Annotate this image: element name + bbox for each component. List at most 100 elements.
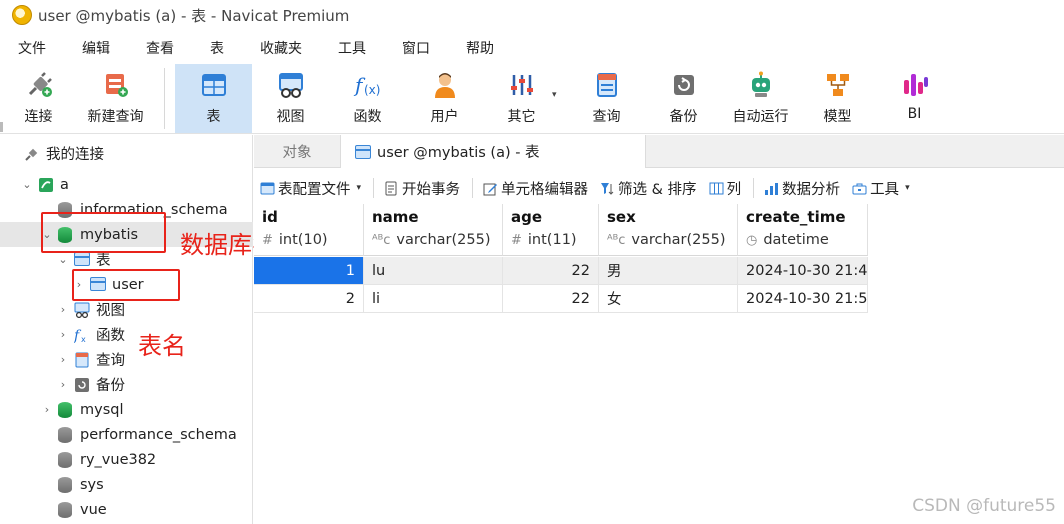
cell-sex[interactable]: 女 bbox=[599, 285, 738, 313]
menu-file[interactable]: 文件 bbox=[10, 38, 54, 58]
function-icon: f x bbox=[74, 328, 86, 343]
text-type-icon: ᴬᴮc bbox=[372, 232, 391, 248]
user-button[interactable]: 用户 bbox=[406, 64, 483, 133]
cell-age[interactable]: 22 bbox=[503, 257, 599, 285]
backup-icon bbox=[673, 75, 694, 95]
database-icon bbox=[58, 401, 72, 418]
cell-name[interactable]: li bbox=[364, 285, 503, 313]
menu-help[interactable]: 帮助 bbox=[458, 38, 502, 58]
filter-sort-button[interactable]: 筛选 & 排序 bbox=[600, 178, 697, 199]
function-icon: f (x) bbox=[353, 73, 380, 97]
annotation-label-table: 表名 bbox=[138, 332, 186, 360]
menu-bar: 文件 编辑 查看 表 收藏夹 工具 窗口 帮助 bbox=[0, 34, 1064, 62]
chevron-right-icon[interactable]: › bbox=[56, 303, 70, 316]
plug-icon bbox=[25, 148, 38, 161]
column-header-id[interactable]: id # int(10) bbox=[254, 204, 364, 256]
other-button[interactable]: 其它 bbox=[483, 64, 560, 133]
menu-favorites[interactable]: 收藏夹 bbox=[252, 38, 310, 58]
query-button[interactable]: 查询 bbox=[568, 64, 645, 133]
svg-text:x: x bbox=[81, 335, 86, 343]
bi-icon bbox=[903, 74, 928, 96]
title-bar: user @mybatis (a) - 表 - Navicat Premium bbox=[0, 0, 1064, 30]
tree-folder-queries[interactable]: › 查询 bbox=[0, 347, 253, 372]
cell-id[interactable]: 1 bbox=[254, 257, 364, 285]
tree-folder-backups[interactable]: › 备份 bbox=[0, 372, 253, 397]
tree-db-ry-vue382[interactable]: ry_vue382 bbox=[0, 447, 253, 472]
toolbar-separator bbox=[472, 178, 474, 198]
toolbar-separator bbox=[753, 178, 755, 198]
analysis-chart-icon bbox=[765, 182, 779, 195]
number-type-icon: # bbox=[262, 232, 273, 248]
chevron-down-icon: ▾ bbox=[905, 183, 910, 193]
bi-button[interactable]: BI bbox=[876, 64, 953, 133]
tree-db-vue[interactable]: vue bbox=[0, 497, 253, 522]
view-button[interactable]: 视图 bbox=[252, 64, 329, 133]
table-icon bbox=[201, 74, 226, 96]
chevron-down-icon[interactable]: ⌄ bbox=[20, 178, 34, 191]
chevron-right-icon[interactable]: › bbox=[40, 403, 54, 416]
tools-button[interactable]: 工具 ▾ bbox=[852, 178, 910, 199]
window-title: user @mybatis (a) - 表 - Navicat Premium bbox=[38, 6, 350, 25]
column-header-sex[interactable]: sex ᴬᴮc varchar(255) bbox=[599, 204, 738, 256]
chevron-down-icon[interactable]: ⌄ bbox=[56, 253, 70, 266]
cell-age[interactable]: 22 bbox=[503, 285, 599, 313]
tab-objects[interactable]: 对象 bbox=[254, 135, 340, 168]
tab-bar: 对象 user @mybatis (a) - 表 bbox=[254, 135, 1064, 168]
tree-db-mysql[interactable]: › mysql bbox=[0, 397, 253, 422]
svg-text:(x): (x) bbox=[364, 83, 380, 97]
connection-tree: 我的连接 ⌄ a information_schema ⌄ mybatis ⌄ … bbox=[0, 135, 253, 524]
cell-create-time[interactable]: 2024-10-30 21:4 bbox=[738, 257, 868, 285]
model-button[interactable]: 模型 bbox=[799, 64, 876, 133]
tab-user-table[interactable]: user @mybatis (a) - 表 bbox=[340, 135, 646, 168]
table-config-button[interactable]: 表配置文件 ▾ bbox=[260, 178, 361, 199]
function-button[interactable]: f (x) 函数 bbox=[329, 64, 406, 133]
robot-icon bbox=[751, 71, 770, 97]
cell-name[interactable]: lu bbox=[364, 257, 503, 285]
menu-tools[interactable]: 工具 bbox=[330, 38, 374, 58]
columns-button[interactable]: 列 bbox=[709, 178, 741, 199]
new-query-icon bbox=[105, 74, 128, 97]
database-icon bbox=[58, 476, 72, 493]
table-toolbar: 表配置文件 ▾ 开始事务 单元格编辑器 筛选 & 排序 列 数据分析 工具 ▾ bbox=[254, 172, 1064, 204]
tree-folder-functions[interactable]: › f x 函数 bbox=[0, 322, 253, 347]
toolbar-separator bbox=[164, 68, 165, 129]
chevron-right-icon[interactable]: › bbox=[56, 378, 70, 391]
navicat-logo-icon bbox=[12, 5, 32, 25]
view-icon bbox=[278, 73, 303, 98]
begin-transaction-button[interactable]: 开始事务 bbox=[384, 178, 460, 199]
data-analysis-button[interactable]: 数据分析 bbox=[764, 178, 840, 199]
cell-sex[interactable]: 男 bbox=[599, 257, 738, 285]
backup-button[interactable]: 备份 bbox=[645, 64, 722, 133]
cell-id[interactable]: 2 bbox=[254, 285, 364, 313]
annotation-box-database bbox=[41, 212, 166, 253]
tree-db-performance-schema[interactable]: performance_schema bbox=[0, 422, 253, 447]
tools-icon bbox=[510, 75, 533, 95]
tree-db-sys[interactable]: sys bbox=[0, 472, 253, 497]
pencil-icon bbox=[483, 183, 498, 195]
table-icon bbox=[74, 251, 90, 266]
tree-connection-a[interactable]: ⌄ a bbox=[0, 172, 253, 197]
cell-create-time[interactable]: 2024-10-30 21:5 bbox=[738, 285, 868, 313]
table-button[interactable]: 表 bbox=[175, 64, 252, 133]
table-config-icon bbox=[260, 182, 275, 194]
chevron-down-icon: ▾ bbox=[356, 183, 362, 193]
column-header-create-time[interactable]: create_time ◷ datetime bbox=[738, 204, 868, 256]
column-header-age[interactable]: age # int(11) bbox=[503, 204, 599, 256]
model-icon bbox=[826, 74, 849, 96]
menu-window[interactable]: 窗口 bbox=[394, 38, 438, 58]
menu-table[interactable]: 表 bbox=[202, 38, 232, 58]
number-type-icon: # bbox=[511, 232, 522, 248]
column-header-name[interactable]: name ᴬᴮc varchar(255) bbox=[364, 204, 503, 256]
pane-resize-handle[interactable] bbox=[0, 122, 3, 132]
tree-root-my-connections[interactable]: 我的连接 bbox=[0, 141, 253, 166]
table-icon bbox=[355, 144, 371, 159]
columns-icon bbox=[709, 182, 724, 194]
menu-view[interactable]: 查看 bbox=[138, 38, 182, 58]
connect-button[interactable]: 连接 bbox=[0, 64, 77, 133]
chevron-right-icon[interactable]: › bbox=[56, 328, 70, 341]
new-query-button[interactable]: 新建查询 bbox=[77, 64, 154, 133]
chevron-right-icon[interactable]: › bbox=[56, 353, 70, 366]
menu-edit[interactable]: 编辑 bbox=[74, 38, 118, 58]
cell-editor-button[interactable]: 单元格编辑器 bbox=[483, 178, 588, 199]
automation-button[interactable]: 自动运行 bbox=[722, 64, 799, 133]
